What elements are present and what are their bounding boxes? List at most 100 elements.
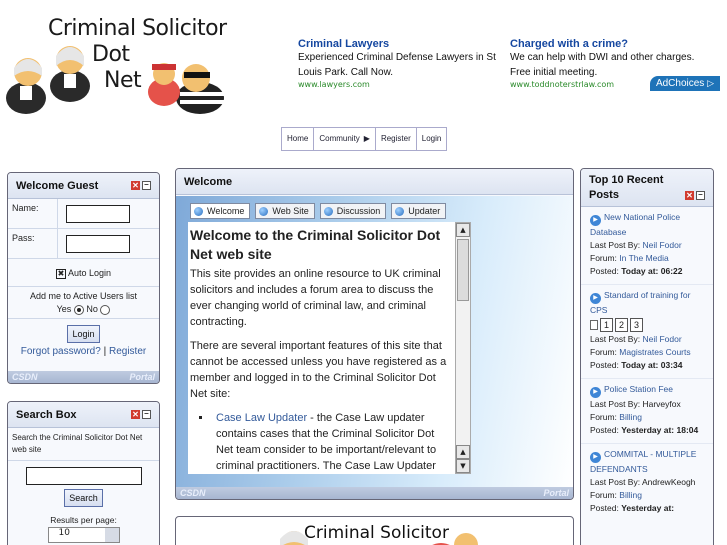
page-links: 1 2 3 (590, 318, 709, 332)
search-description: Search the Criminal Solicitor Dot Net we… (8, 428, 159, 461)
scroll-up-icon[interactable]: ▲ (456, 445, 470, 459)
tab-discussion[interactable]: Discussion (319, 203, 387, 219)
footer-left: CSDN (12, 372, 38, 382)
author-link[interactable]: Neil Fodor (642, 240, 681, 250)
welcome-heading: Welcome to the Criminal Solicitor Dot Ne… (190, 227, 441, 262)
forum-link[interactable]: In The Media (619, 253, 668, 263)
no-radio[interactable] (100, 304, 111, 315)
nav-home[interactable]: Home (282, 128, 315, 150)
welcome-body: Welcome Web Site Discussion Updater Welc… (176, 196, 573, 487)
scroll-down-icon[interactable]: ▼ (456, 459, 470, 473)
post-day: Today (621, 266, 646, 276)
tab-label: Discussion (336, 206, 381, 216)
auto-login-row: ✖ Auto Login (8, 259, 159, 287)
ad-title[interactable]: Charged with a crime? (510, 38, 714, 50)
author-link[interactable]: Harveyfox (642, 399, 680, 409)
post-title-link[interactable]: Standard of training for CPS (590, 290, 690, 315)
post-title-link[interactable]: COMMITAL - MULTIPLE DEFENDANTS (590, 449, 696, 474)
forum-link[interactable]: Billing (619, 490, 642, 500)
post-day: Today (621, 360, 646, 370)
list-item: ▶ New National Police Database Last Post … (581, 207, 713, 285)
logo-line-1: Criminal Solicitor (48, 16, 227, 41)
nav-register[interactable]: Register (376, 128, 417, 150)
scroll-up-icon[interactable]: ▲ (456, 223, 470, 237)
ad-item[interactable]: Criminal Lawyers Experienced Criminal De… (298, 38, 502, 89)
posted-label: Posted: (590, 266, 619, 276)
name-input[interactable] (66, 204, 130, 223)
document-icon (590, 320, 598, 330)
list-item: ▶ Standard of training for CPS 1 2 3 Last… (581, 285, 713, 379)
scroll-thumb[interactable] (457, 239, 469, 301)
post-arrow-icon: ▶ (590, 293, 601, 304)
panel-header: Welcome Guest ✕ – (8, 173, 159, 199)
author-link[interactable]: AndrewKeogh (642, 477, 695, 487)
case-law-updater-link[interactable]: Case Law Updater (216, 412, 307, 424)
content-scrollbar[interactable]: ▲ ▲ ▼ (455, 222, 471, 474)
login-button[interactable]: Login (67, 325, 100, 343)
tab-updater[interactable]: Updater (391, 203, 447, 219)
forgot-row: Forgot password? | Register (8, 343, 159, 357)
pass-row: Pass: (8, 229, 159, 259)
page-link[interactable]: 1 (600, 318, 614, 332)
list-item: ▶ Police Station Fee Last Post By: Harvey… (581, 379, 713, 444)
posted-label: Posted: (590, 503, 619, 513)
welcome-panel: Welcome Welcome Web Site Discussion Upda… (175, 168, 574, 500)
close-icon[interactable]: ✕ (131, 181, 140, 190)
site-logo[interactable]: Criminal Solicitor Dot Net (4, 6, 234, 116)
page-link[interactable]: 3 (630, 318, 644, 332)
welcome-content: Welcome to the Criminal Solicitor Dot Ne… (188, 222, 456, 474)
results-value: 10 (58, 528, 70, 538)
nav-community[interactable]: Community ▶ (314, 128, 376, 150)
feature-list: Case Law Updater - the Case Law updater … (212, 410, 454, 474)
close-icon[interactable]: ✕ (131, 410, 140, 419)
forum-label: Forum: (590, 490, 617, 500)
search-input[interactable] (25, 467, 142, 485)
forum-label: Forum: (590, 347, 617, 357)
globe-icon (194, 206, 203, 216)
active-users-label: Add me to Active Users list (29, 291, 138, 301)
panel-footer: CSDN Portal (176, 487, 573, 499)
results-per-page-select[interactable]: 10 (47, 527, 120, 543)
auto-login-checkbox[interactable]: ✖ (55, 268, 66, 279)
yes-radio[interactable] (73, 304, 84, 315)
panel-title: Welcome Guest (16, 179, 99, 192)
tab-label: Web Site (272, 206, 309, 216)
panel-header: Search Box ✕ – (8, 402, 159, 428)
ad-url[interactable]: www.lawyers.com (298, 80, 502, 89)
nav-login[interactable]: Login (417, 128, 447, 150)
yes-label: Yes (56, 304, 72, 314)
welcome-paragraph: This site provides an online resource to… (190, 268, 441, 328)
tab-web-site[interactable]: Web Site (255, 203, 315, 219)
adchoices-button[interactable]: AdChoices ▷ (649, 76, 720, 91)
adchoices-icon: ▷ (707, 78, 714, 88)
last-post-label: Last Post By: (590, 334, 641, 344)
tab-welcome[interactable]: Welcome (190, 203, 251, 219)
footer-left: CSDN (180, 488, 206, 498)
post-day: Yesterday (621, 503, 662, 513)
post-time: at: 06:22 (647, 266, 683, 276)
active-users-row: Add me to Active Users list Yes No (8, 287, 159, 319)
register-link[interactable]: Register (109, 346, 146, 357)
tab-label: Welcome (207, 206, 245, 216)
globe-icon (395, 206, 405, 216)
no-label: No (86, 304, 98, 314)
forum-link[interactable]: Billing (619, 412, 642, 422)
search-box-panel: Search Box ✕ – Search the Criminal Solic… (7, 401, 160, 545)
post-title-link[interactable]: New National Police Database (590, 212, 680, 237)
minimize-icon[interactable]: – (142, 410, 151, 419)
minimize-icon[interactable]: – (142, 181, 151, 190)
minimize-icon[interactable]: – (696, 191, 705, 200)
author-link[interactable]: Neil Fodor (642, 334, 681, 344)
post-title-link[interactable]: Police Station Fee (604, 384, 673, 394)
welcome-guest-panel: Welcome Guest ✕ – Name: Pass: ✖ Auto Log… (7, 172, 160, 384)
forum-link[interactable]: Magistrates Courts (619, 347, 690, 357)
page-link[interactable]: 2 (615, 318, 629, 332)
forgot-password-link[interactable]: Forgot password? (21, 346, 101, 357)
search-button[interactable]: Search (64, 489, 103, 507)
nav-login-label: Login (421, 134, 442, 143)
ad-title[interactable]: Criminal Lawyers (298, 38, 502, 50)
recent-posts-panel: Top 10 Recent Posts ✕ – ▶ New National Po… (580, 168, 714, 545)
password-input[interactable] (66, 234, 130, 253)
close-icon[interactable]: ✕ (685, 191, 694, 200)
post-arrow-icon: ▶ (590, 387, 601, 398)
